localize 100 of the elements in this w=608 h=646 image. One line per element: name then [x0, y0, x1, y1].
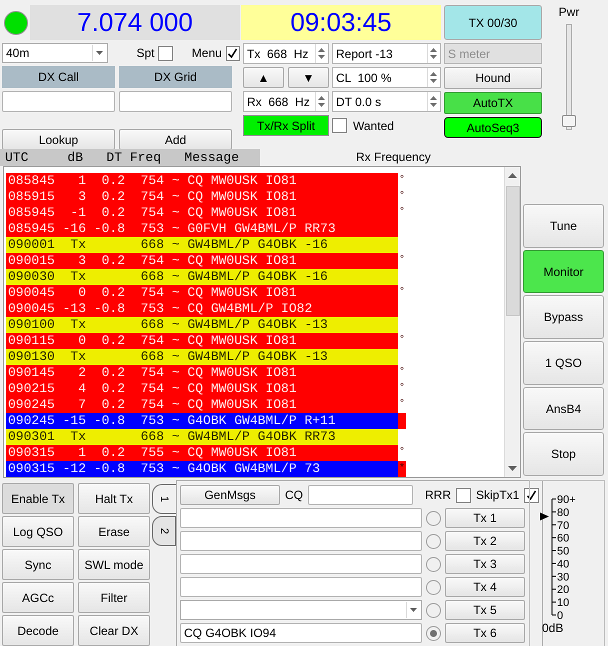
rx-marker: °	[399, 333, 405, 347]
wanted-label: Wanted	[353, 118, 394, 132]
dx-grid-field[interactable]	[119, 91, 232, 112]
auto-tx-button[interactable]: AutoTX	[444, 92, 542, 114]
radio-button[interactable]	[426, 534, 441, 548]
tx-button[interactable]: Tx 5	[445, 600, 525, 620]
rx-marker: °	[399, 205, 405, 219]
rx-marker: °	[399, 365, 405, 379]
control-button[interactable]: Clear DX	[78, 615, 150, 646]
scale-label: 0	[557, 610, 564, 621]
band-dropdown[interactable]: 40m	[2, 43, 108, 63]
radio-button[interactable]	[426, 602, 441, 618]
spin-arrows-icon[interactable]	[427, 44, 440, 63]
spin-arrows-icon[interactable]	[315, 44, 328, 63]
band-value: 40m	[6, 46, 30, 60]
checkbox[interactable]	[158, 46, 173, 60]
radio-button[interactable]	[426, 510, 441, 526]
add-button[interactable]: Add	[119, 129, 232, 150]
frequency-display: 7.074 000	[30, 5, 240, 40]
tx-button[interactable]: Tx 6	[445, 623, 525, 643]
checkbox[interactable]	[226, 46, 240, 60]
radio-button[interactable]	[426, 556, 441, 572]
lookup-button[interactable]: Lookup	[2, 129, 115, 150]
rx-frequency-spinbox[interactable]: Rx 668 Hz	[243, 91, 329, 112]
side-button[interactable]: AnsB4	[523, 386, 604, 430]
control-button[interactable]: Sync	[2, 549, 74, 580]
side-button[interactable]: Stop	[523, 432, 604, 476]
tx-button[interactable]: Tx 1	[445, 508, 525, 528]
dt-spinbox[interactable]: DT 0.0 s	[332, 91, 441, 112]
control-button[interactable]: Halt Tx	[78, 483, 150, 514]
scale-label: 70	[557, 520, 570, 532]
dx-call-field[interactable]	[2, 91, 115, 112]
auto-seq-button[interactable]: AutoSeq3	[444, 117, 542, 138]
skip-tx1-label: SkipTx1	[476, 488, 520, 502]
control-button[interactable]: Enable Tx	[2, 483, 74, 514]
meter-reading: 0dB	[542, 621, 564, 635]
rx-flag: *	[398, 461, 406, 477]
clock-display: 09:03:45	[241, 5, 441, 40]
checkbox[interactable]	[456, 488, 471, 502]
dx-grid-label: DX Grid	[119, 66, 232, 88]
control-button[interactable]: Log QSO	[2, 516, 74, 547]
tx-frequency-spinbox[interactable]: Tx 668 Hz	[243, 43, 329, 64]
checkbox[interactable]	[524, 488, 540, 502]
message-field[interactable]	[180, 531, 422, 551]
scale-label: 60	[557, 532, 570, 545]
tx-button[interactable]: Tx 2	[445, 531, 525, 551]
scroll-up-icon[interactable]	[508, 172, 517, 178]
spin-arrows-icon[interactable]	[315, 92, 328, 111]
tx-button[interactable]: Tx 3	[445, 554, 525, 574]
rx-marker: °	[399, 253, 405, 267]
dx-call-label: DX Call	[2, 66, 115, 88]
up-button[interactable]: ▲	[243, 67, 284, 88]
power-slider-thumb[interactable]	[562, 115, 576, 128]
report-spinbox[interactable]: Report -13	[332, 43, 441, 64]
spt-label: Spt	[136, 46, 154, 60]
message-dropdown[interactable]	[180, 600, 422, 620]
message-field[interactable]	[180, 508, 422, 528]
rx-frequency-label: Rx Frequency	[356, 149, 431, 166]
message-tab[interactable]: 2	[152, 516, 176, 546]
cq-field[interactable]	[308, 485, 413, 505]
message-field[interactable]	[180, 577, 422, 597]
checkbox[interactable]	[332, 118, 347, 133]
tx-rx-split-button[interactable]: Tx/Rx Split	[243, 115, 329, 136]
side-button[interactable]: Monitor	[523, 250, 604, 294]
tx-button[interactable]: Tx 4	[445, 577, 525, 597]
scale-label: 40	[557, 558, 570, 570]
side-button[interactable]: Tune	[523, 204, 604, 248]
control-button[interactable]: Filter	[78, 582, 150, 613]
scroll-down-icon[interactable]	[508, 466, 517, 472]
rx-marker: °	[399, 173, 405, 187]
cq-label: CQ	[285, 488, 303, 502]
scale-label: 80	[557, 506, 570, 519]
rrr-label: RRR	[425, 488, 451, 502]
control-button[interactable]: SWL mode	[78, 549, 150, 580]
rx-marker: °	[399, 285, 405, 299]
control-button[interactable]: AGCc	[2, 582, 74, 613]
control-button[interactable]: Erase	[78, 516, 150, 547]
spin-arrows-icon[interactable]	[427, 92, 440, 111]
menu-label: Menu	[192, 46, 222, 60]
hound-button[interactable]: Hound	[444, 67, 542, 89]
spin-arrows-icon[interactable]	[427, 68, 440, 87]
radio-button[interactable]	[426, 626, 441, 640]
rx-marker: °	[399, 381, 405, 395]
scrollbar[interactable]	[504, 167, 520, 477]
s-meter-field: S meter	[444, 43, 542, 64]
rx-marker: °	[399, 189, 405, 203]
cl-spinbox[interactable]: CL 100 %	[332, 67, 441, 88]
down-button[interactable]: ▼	[288, 67, 329, 88]
message-field[interactable]: CQ G4OBK IO94	[180, 623, 422, 643]
rx-marker: °	[399, 445, 405, 459]
scale-label: 10	[557, 597, 570, 610]
side-button[interactable]: 1 QSO	[523, 341, 604, 385]
message-field[interactable]	[180, 554, 422, 574]
checkmark-icon	[526, 490, 538, 500]
side-button[interactable]: Bypass	[523, 295, 604, 340]
radio-button[interactable]	[426, 580, 441, 594]
tx-counter-button[interactable]: TX 00/30	[444, 5, 542, 40]
control-button[interactable]: Decode	[2, 615, 74, 646]
message-tab[interactable]: 1	[152, 484, 176, 514]
gen-msgs-button[interactable]: GenMsgs	[180, 485, 280, 505]
